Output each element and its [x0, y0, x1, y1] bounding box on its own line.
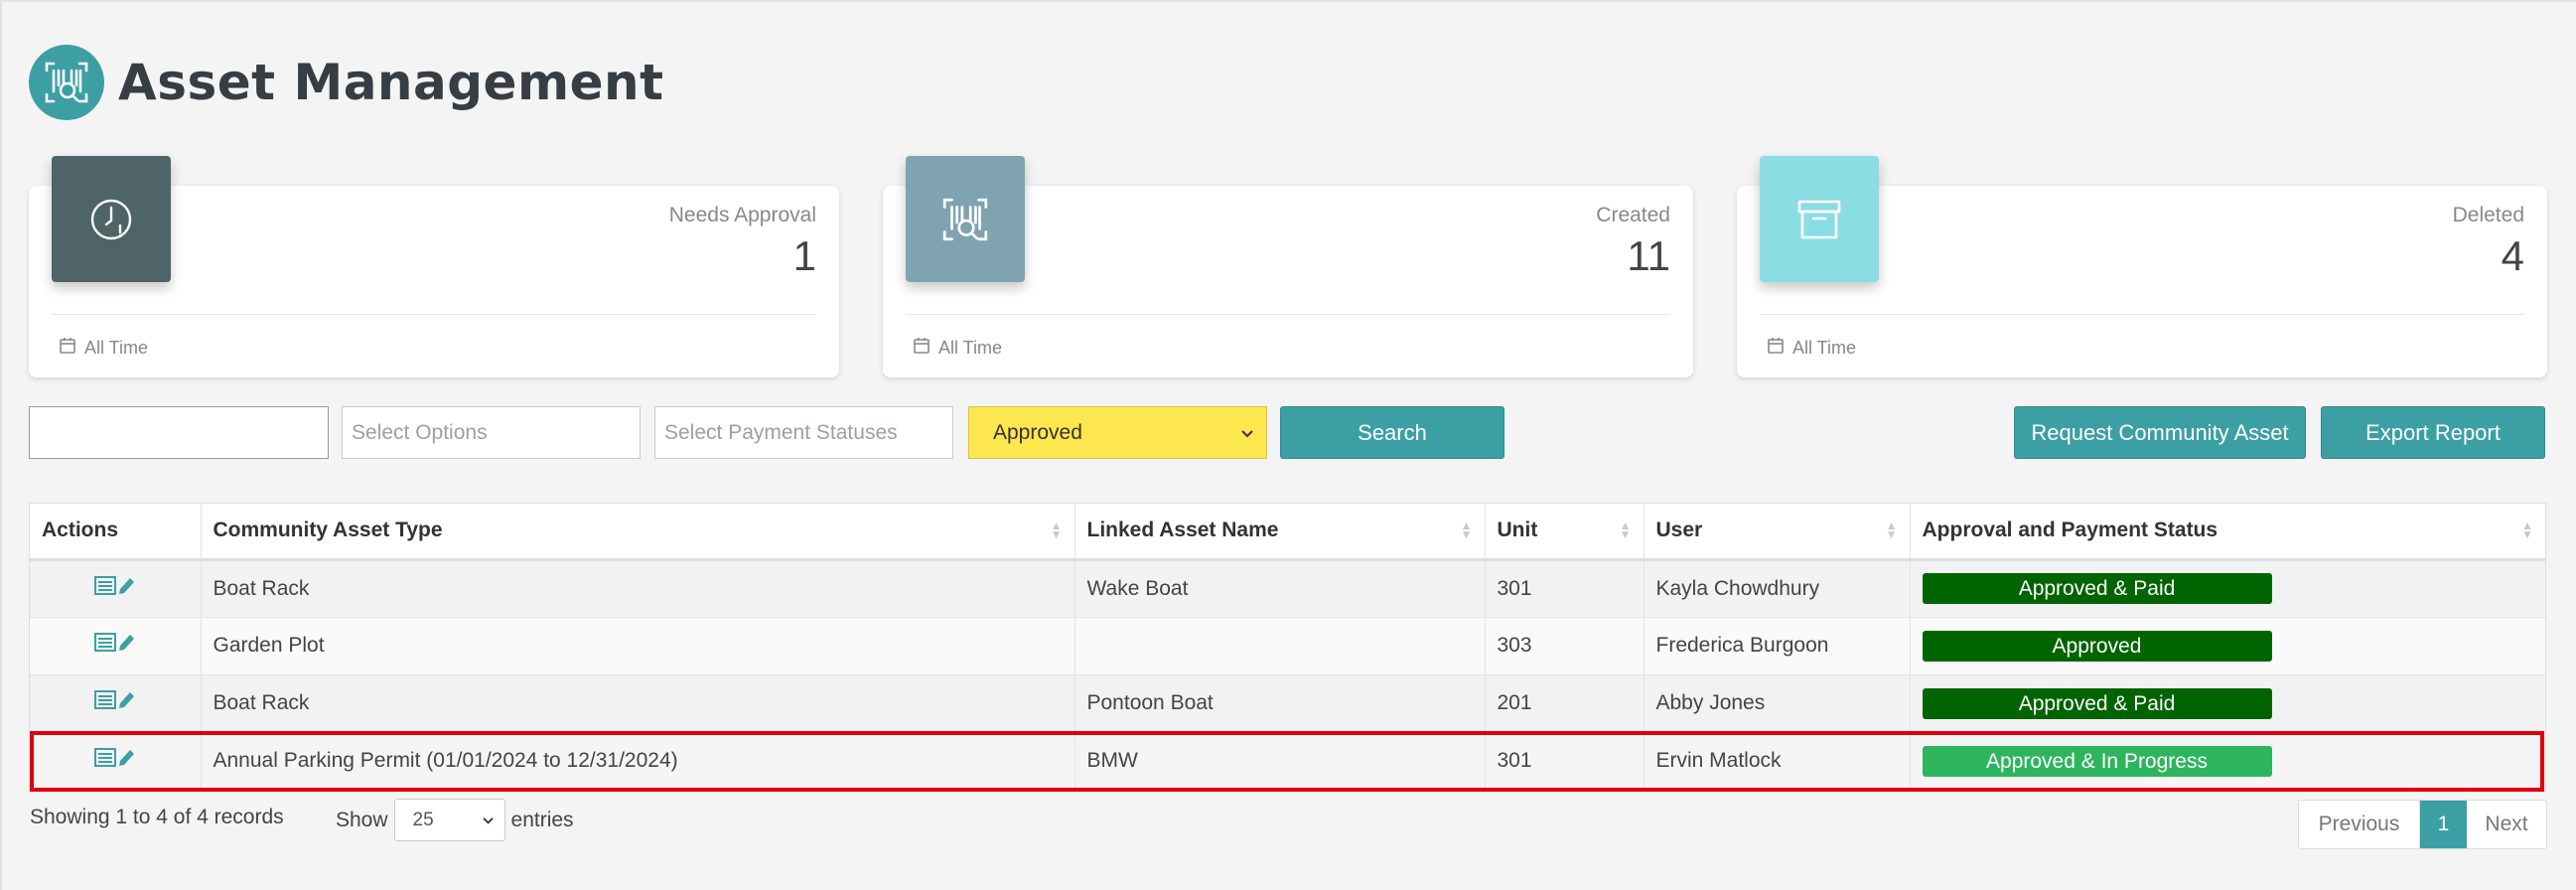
- created-card[interactable]: Created 11 All Time: [883, 156, 1693, 377]
- status-badge: Approved & Paid: [1922, 687, 2272, 719]
- card-value: 11: [1627, 232, 1670, 279]
- unit-cell: 301: [1485, 559, 1645, 618]
- entries-label: entries: [510, 808, 574, 831]
- card-label: Deleted: [2452, 204, 2524, 226]
- asset-type-cell: Boat Rack: [201, 674, 1075, 733]
- linked-asset-cell: Pontoon Boat: [1074, 674, 1486, 733]
- user-cell: Ervin Matlock: [1644, 732, 1911, 791]
- page-title: Asset Management: [118, 54, 664, 111]
- next-page-button[interactable]: Next: [2467, 801, 2546, 848]
- table-header-row: Actions Community Asset Type ▲ ▼ Linked As…: [30, 504, 2545, 561]
- user-cell: Abby Jones: [1644, 674, 1911, 733]
- card-divider: [906, 314, 1670, 315]
- approval-status-value: Approved: [993, 420, 1082, 444]
- calendar-icon: [1767, 337, 1785, 360]
- card-footer: All Time: [913, 337, 1002, 360]
- chevron-down-icon: [482, 810, 495, 831]
- current-page-button[interactable]: 1: [2420, 801, 2467, 848]
- status-cell: Approved & Paid: [1910, 674, 2545, 733]
- card-footer-text: All Time: [1792, 338, 1857, 358]
- unit-cell: 303: [1485, 617, 1645, 675]
- column-header-unit[interactable]: Unit ▲ ▼: [1485, 504, 1645, 561]
- sort-icon: ▲ ▼: [1460, 519, 1473, 542]
- edit-record-icon[interactable]: [93, 690, 137, 717]
- card-footer: All Time: [1767, 337, 1856, 360]
- status-badge: Approved & Paid: [1922, 573, 2272, 604]
- status-badge: Approved: [1922, 630, 2272, 662]
- asset-scan-icon: [29, 45, 104, 120]
- column-header-linked-asset[interactable]: Linked Asset Name ▲ ▼: [1074, 504, 1486, 561]
- unit-cell: 201: [1485, 674, 1645, 733]
- card-divider: [52, 314, 816, 315]
- options-placeholder: Select Options: [352, 420, 488, 444]
- page-header: Asset Management: [29, 45, 663, 120]
- needs-approval-card[interactable]: Needs Approval 1 All Time: [29, 156, 839, 377]
- edit-record-icon[interactable]: [93, 575, 137, 603]
- asset-type-cell: Boat Rack: [201, 559, 1075, 618]
- card-footer-text: All Time: [938, 338, 1003, 358]
- table-row: Garden Plot 303 Frederica Burgoon Approv…: [30, 617, 2545, 675]
- actions-cell: [30, 559, 202, 618]
- pagination: Previous 1 Next: [2298, 800, 2547, 849]
- search-button[interactable]: Search: [1280, 406, 1504, 459]
- column-header-asset-type[interactable]: Community Asset Type ▲ ▼: [201, 504, 1075, 561]
- records-summary: Showing 1 to 4 of 4 records: [30, 806, 284, 828]
- approval-status-select[interactable]: Approved: [968, 406, 1267, 459]
- clock-icon: [52, 156, 171, 282]
- card-label: Created: [1596, 204, 1670, 226]
- column-header-status[interactable]: Approval and Payment Status ▲ ▼: [1910, 504, 2545, 561]
- card-value: 1: [792, 232, 816, 279]
- card-footer: All Time: [59, 337, 148, 360]
- payment-status-placeholder: Select Payment Statuses: [664, 420, 898, 444]
- payment-status-select[interactable]: Select Payment Statuses: [654, 406, 953, 459]
- export-report-button[interactable]: Export Report: [2321, 406, 2545, 459]
- column-header-user[interactable]: User ▲ ▼: [1644, 504, 1911, 561]
- user-cell: Frederica Burgoon: [1644, 617, 1911, 675]
- edit-record-icon[interactable]: [93, 633, 137, 660]
- actions-cell: [30, 617, 202, 675]
- entries-value: 25: [412, 809, 434, 830]
- deleted-card[interactable]: Deleted 4 All Time: [1737, 156, 2547, 377]
- table-row: Boat Rack Wake Boat 301 Kayla Chowdhury …: [30, 559, 2545, 618]
- table-row: Annual Parking Permit (01/01/2024 to 12/…: [30, 732, 2545, 791]
- asset-type-cell: Garden Plot: [201, 617, 1075, 675]
- status-cell: Approved & In Progress: [1910, 732, 2545, 791]
- edit-record-icon[interactable]: [93, 748, 137, 775]
- actions-cell: [30, 732, 202, 791]
- unit-cell: 301: [1485, 732, 1645, 791]
- linked-asset-cell: [1074, 617, 1486, 675]
- assets-table: Actions Community Asset Type ▲ ▼ Linked As…: [29, 503, 2546, 792]
- sort-icon: ▲ ▼: [1050, 519, 1063, 542]
- status-badge: Approved & In Progress: [1922, 745, 2272, 777]
- request-community-asset-button[interactable]: Request Community Asset: [2014, 406, 2306, 459]
- status-cell: Approved & Paid: [1910, 559, 2545, 618]
- card-footer-text: All Time: [84, 338, 149, 358]
- sort-icon: ▲ ▼: [2521, 519, 2533, 542]
- show-entries: Show 25 entries: [336, 799, 574, 841]
- actions-cell: [30, 674, 202, 733]
- calendar-icon: [59, 337, 76, 360]
- table-row: Boat Rack Pontoon Boat 201 Abby Jones Ap…: [30, 674, 2545, 733]
- asset-type-cell: Annual Parking Permit (01/01/2024 to 12/…: [201, 732, 1075, 791]
- search-input[interactable]: [29, 406, 329, 459]
- chevron-down-icon: [1240, 421, 1254, 445]
- linked-asset-cell: Wake Boat: [1074, 559, 1486, 618]
- show-label: Show: [336, 808, 388, 831]
- card-divider: [1760, 314, 2524, 315]
- sort-icon: ▲ ▼: [1885, 519, 1898, 542]
- card-value: 4: [2501, 232, 2524, 279]
- calendar-icon: [913, 337, 930, 360]
- user-cell: Kayla Chowdhury: [1644, 559, 1911, 618]
- column-header-actions: Actions: [30, 504, 202, 561]
- sort-icon: ▲ ▼: [1619, 519, 1632, 542]
- status-cell: Approved: [1910, 617, 2545, 675]
- options-select[interactable]: Select Options: [342, 406, 641, 459]
- asset-scan-icon: [906, 156, 1025, 282]
- archive-box-icon: [1760, 156, 1879, 282]
- card-label: Needs Approval: [668, 204, 816, 226]
- previous-page-button[interactable]: Previous: [2299, 801, 2420, 848]
- entries-select[interactable]: 25: [393, 799, 505, 841]
- linked-asset-cell: BMW: [1074, 732, 1486, 791]
